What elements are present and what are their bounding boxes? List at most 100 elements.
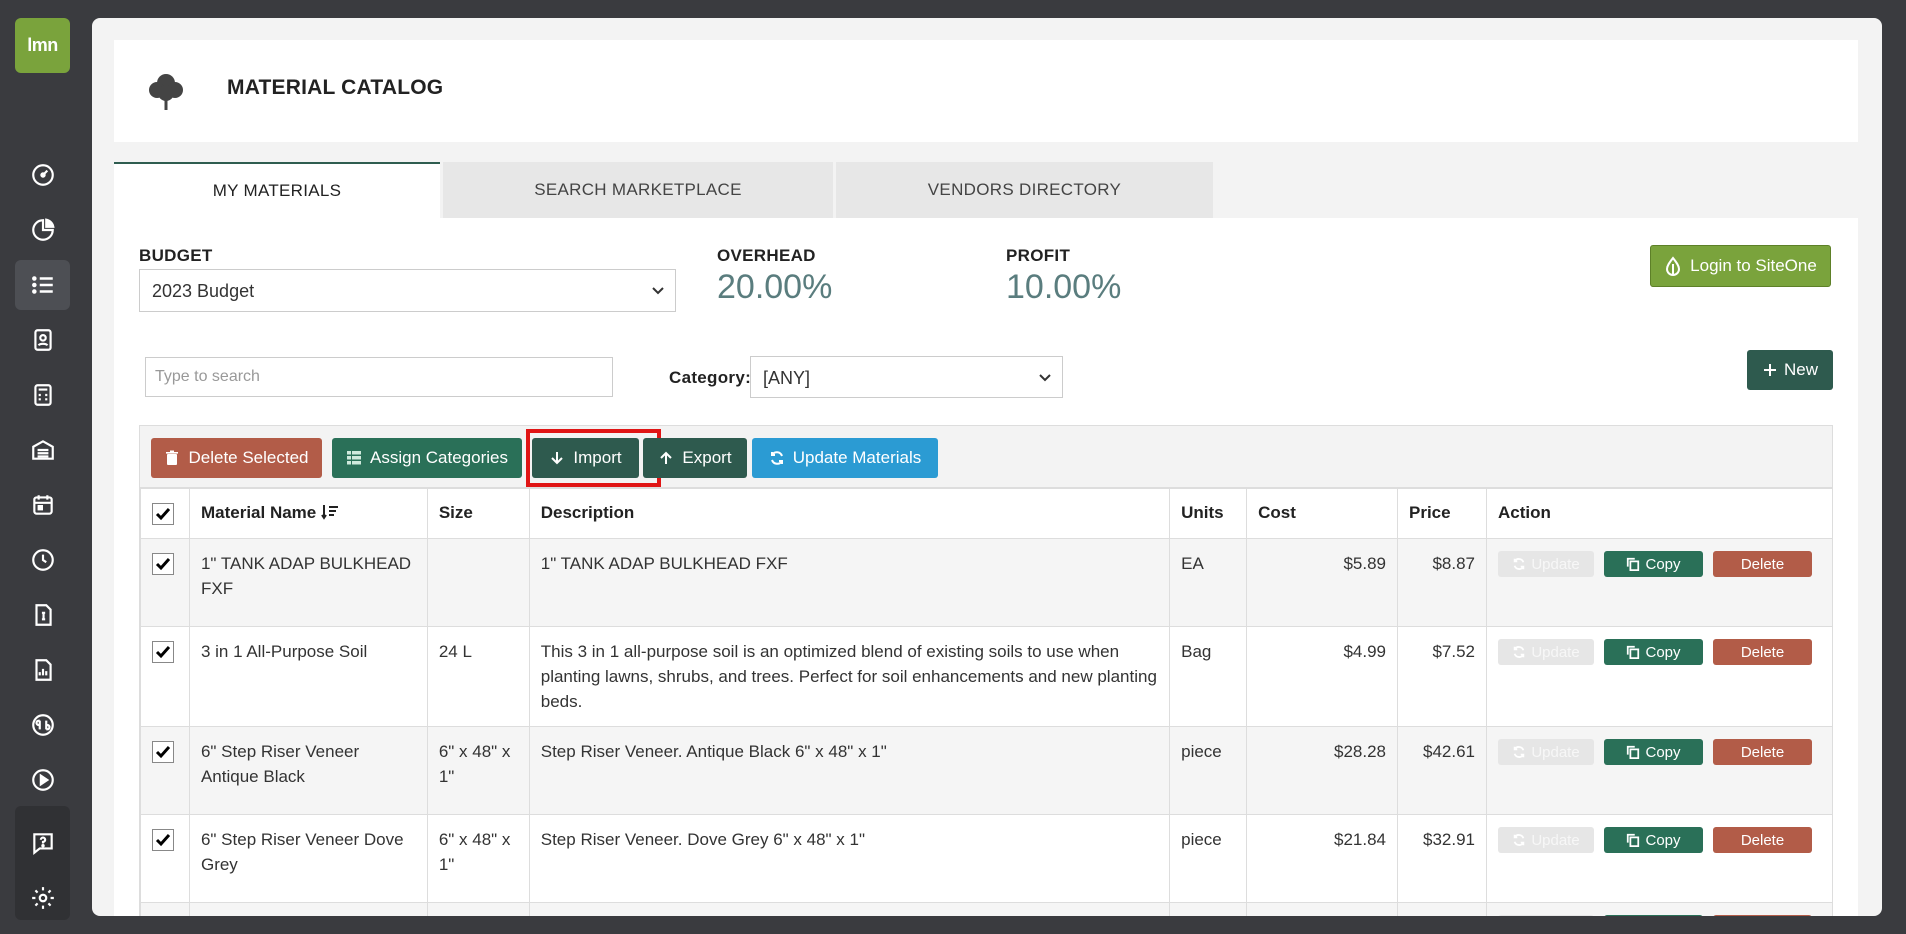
- tab-search-marketplace[interactable]: SEARCH MARKETPLACE: [443, 162, 833, 218]
- tab-vendors-directory[interactable]: VENDORS DIRECTORY: [836, 162, 1213, 218]
- copy-label: Copy: [1645, 831, 1681, 849]
- nav-dashboard[interactable]: [15, 150, 70, 200]
- nav-contacts[interactable]: [15, 315, 70, 365]
- delete-selected-button[interactable]: Delete Selected: [151, 438, 322, 478]
- row-delete-button[interactable]: Delete: [1713, 551, 1812, 577]
- play-icon: [31, 769, 54, 791]
- budget-select[interactable]: 2023 Budget: [139, 269, 676, 312]
- copy-label: Copy: [1645, 643, 1681, 661]
- select-all-cell: [140, 488, 190, 539]
- row-checkbox[interactable]: [152, 641, 174, 663]
- select-all-checkbox[interactable]: [152, 503, 174, 525]
- category-select[interactable]: [ANY]: [750, 356, 1063, 398]
- category-value: [ANY]: [763, 368, 811, 388]
- refresh-icon: [1514, 746, 1525, 758]
- cell-cost: $28.28: [1246, 726, 1398, 815]
- row-copy-button[interactable]: Copy: [1604, 827, 1703, 853]
- update-label: Update: [1531, 555, 1580, 573]
- cell-actions: Update Copy Delete: [1486, 538, 1832, 627]
- delete-selected-label: Delete Selected: [188, 448, 309, 467]
- login-siteone-label: Login to SiteOne: [1690, 256, 1817, 275]
- column-header-size[interactable]: Size: [426, 488, 530, 539]
- nav-training[interactable]: [15, 755, 70, 805]
- nav-analytics[interactable]: [15, 645, 70, 695]
- tab-my-materials[interactable]: MY MATERIALS: [114, 162, 440, 218]
- nav-help[interactable]: [15, 818, 70, 868]
- delete-label: Delete: [1741, 916, 1784, 917]
- copy-label: Copy: [1645, 916, 1680, 917]
- row-delete-button[interactable]: Delete: [1713, 827, 1812, 853]
- chevron-down-icon: [1039, 374, 1051, 382]
- row-copy-button[interactable]: Copy: [1604, 551, 1703, 577]
- nav-settings[interactable]: [15, 873, 70, 923]
- table-row: 6" Step Riser Veneer6" x 48" xStep Riser…: [140, 902, 1832, 916]
- cell-actions: Update Copy Delete: [1486, 726, 1832, 815]
- column-header-price[interactable]: Price: [1396, 488, 1488, 539]
- export-label: Export: [682, 448, 732, 467]
- nav-catalog[interactable]: [15, 260, 70, 310]
- lmn-logo[interactable]: lmn: [15, 18, 70, 73]
- checkmark-icon: [155, 508, 171, 521]
- row-delete-button[interactable]: Delete: [1713, 915, 1812, 916]
- row-copy-button[interactable]: Copy: [1604, 739, 1703, 765]
- column-header-units[interactable]: Units: [1169, 488, 1248, 539]
- nav-invoices[interactable]: [15, 590, 70, 640]
- cell-cost: $21.84: [1246, 814, 1398, 903]
- plus-icon: [1763, 364, 1776, 376]
- new-material-button[interactable]: New: [1747, 350, 1833, 390]
- nav-schedule[interactable]: [15, 480, 70, 530]
- update-label: Update: [1531, 831, 1580, 849]
- sort-descending-icon: [321, 505, 338, 520]
- nav-time[interactable]: [15, 535, 70, 585]
- row-checkbox[interactable]: [152, 829, 174, 851]
- row-checkbox[interactable]: [152, 741, 174, 763]
- column-header-description[interactable]: Description: [528, 488, 1171, 539]
- cell-price: $32.91: [1396, 814, 1488, 903]
- search-input[interactable]: [145, 357, 613, 397]
- refresh-icon: [1514, 558, 1525, 570]
- pie-chart-icon: [31, 218, 55, 241]
- cell-cost: $5.89: [1246, 538, 1398, 627]
- update-label: Update: [1531, 916, 1579, 917]
- column-header-material-name[interactable]: Material Name: [188, 488, 428, 539]
- checkmark-icon: [155, 646, 171, 659]
- nav-quickbooks[interactable]: [15, 700, 70, 750]
- contact-card-icon: [33, 329, 52, 351]
- row-update-button[interactable]: Update: [1498, 551, 1594, 577]
- cell-size: [426, 538, 530, 627]
- cell-units: piece: [1169, 814, 1248, 903]
- column-header-cost[interactable]: Cost: [1246, 488, 1398, 539]
- update-materials-button[interactable]: Update Materials: [752, 438, 938, 478]
- category-label: Category:: [669, 368, 752, 387]
- nav-reports[interactable]: [15, 205, 70, 255]
- cell-actions: Update Copy Delete: [1486, 902, 1832, 916]
- trash-icon: [166, 450, 179, 465]
- assign-categories-button[interactable]: Assign Categories: [332, 438, 522, 478]
- copy-icon: [1627, 645, 1640, 659]
- row-delete-button[interactable]: Delete: [1713, 639, 1812, 665]
- row-update-button[interactable]: Update: [1498, 739, 1594, 765]
- nav-inventory[interactable]: [15, 425, 70, 475]
- delete-label: Delete: [1740, 743, 1785, 761]
- row-delete-button[interactable]: Delete: [1713, 739, 1812, 765]
- cell-price: $7.52: [1396, 626, 1488, 727]
- table-header-row: Material Name Size Description Units Cos…: [140, 488, 1832, 539]
- cell-size: 6" x 48" x 1": [426, 726, 530, 815]
- export-button[interactable]: Export: [643, 438, 747, 478]
- copy-icon: [1627, 745, 1640, 759]
- cell-price: $8.87: [1396, 538, 1488, 627]
- list-table-icon: [347, 451, 362, 465]
- row-update-button[interactable]: Update: [1498, 915, 1594, 916]
- copy-icon: [1627, 833, 1640, 847]
- row-update-button[interactable]: Update: [1498, 827, 1594, 853]
- row-checkbox[interactable]: [152, 553, 174, 575]
- cell-material-name: 6" Step Riser Veneer: [188, 902, 428, 916]
- row-update-button[interactable]: Update: [1498, 639, 1594, 665]
- column-header-action: Action: [1486, 488, 1832, 539]
- row-copy-button[interactable]: Copy: [1604, 639, 1703, 665]
- row-select-cell: [140, 538, 190, 627]
- login-siteone-button[interactable]: Login to SiteOne: [1650, 245, 1831, 287]
- delete-label: Delete: [1740, 831, 1785, 849]
- nav-estimates[interactable]: [15, 370, 70, 420]
- row-copy-button[interactable]: Copy: [1604, 915, 1703, 916]
